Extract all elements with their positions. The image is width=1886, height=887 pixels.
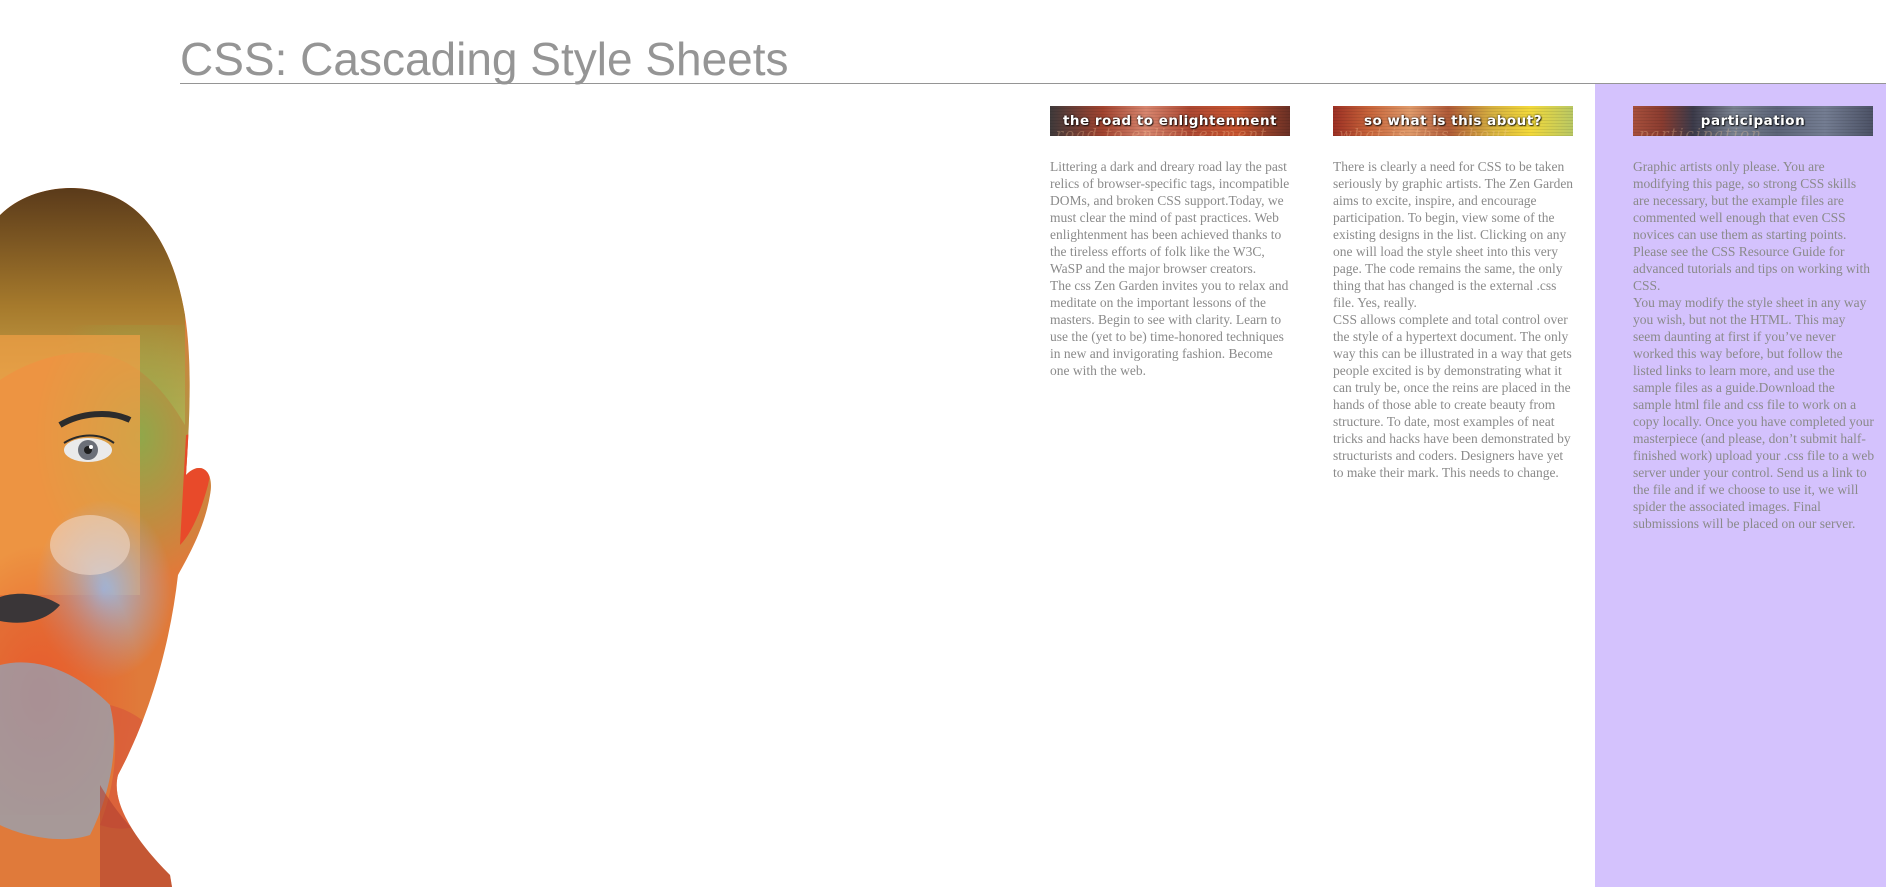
participation-banner: participation participation	[1633, 106, 1873, 136]
paragraph: The css Zen Garden invites you to relax …	[1050, 278, 1289, 378]
paragraph: There is clearly a need for CSS to be ta…	[1333, 159, 1574, 310]
section-body: Graphic artists only please. You are mod…	[1633, 158, 1875, 532]
section-body: Littering a dark and dreary road lay the…	[1050, 158, 1292, 379]
paragraph: Littering a dark and dreary road lay the…	[1050, 159, 1290, 276]
what-is-this-about-banner: what is this about so what is this about…	[1333, 106, 1573, 136]
banner-heading: the road to enlightenment	[1062, 113, 1278, 129]
banner-heading: so what is this about?	[1363, 113, 1543, 129]
section-body: There is clearly a need for CSS to be ta…	[1333, 158, 1575, 481]
section-participation: participation participation Graphic arti…	[1633, 106, 1875, 532]
banner-heading: participation	[1700, 113, 1806, 129]
road-to-enlightenment-banner: road to enlightenment the road to enligh…	[1050, 106, 1290, 136]
page-title: CSS: Cascading Style Sheets	[180, 33, 789, 85]
paragraph: CSS allows complete and total control ov…	[1333, 312, 1572, 480]
section-road-to-enlightenment: road to enlightenment the road to enligh…	[1050, 106, 1292, 379]
face-paint-portrait-icon	[0, 185, 230, 887]
section-what-is-this-about: what is this about so what is this about…	[1333, 106, 1575, 481]
title-divider	[180, 83, 1886, 84]
paragraph: Graphic artists only please. You are mod…	[1633, 159, 1870, 293]
paragraph: You may modify the style sheet in any wa…	[1633, 295, 1875, 531]
